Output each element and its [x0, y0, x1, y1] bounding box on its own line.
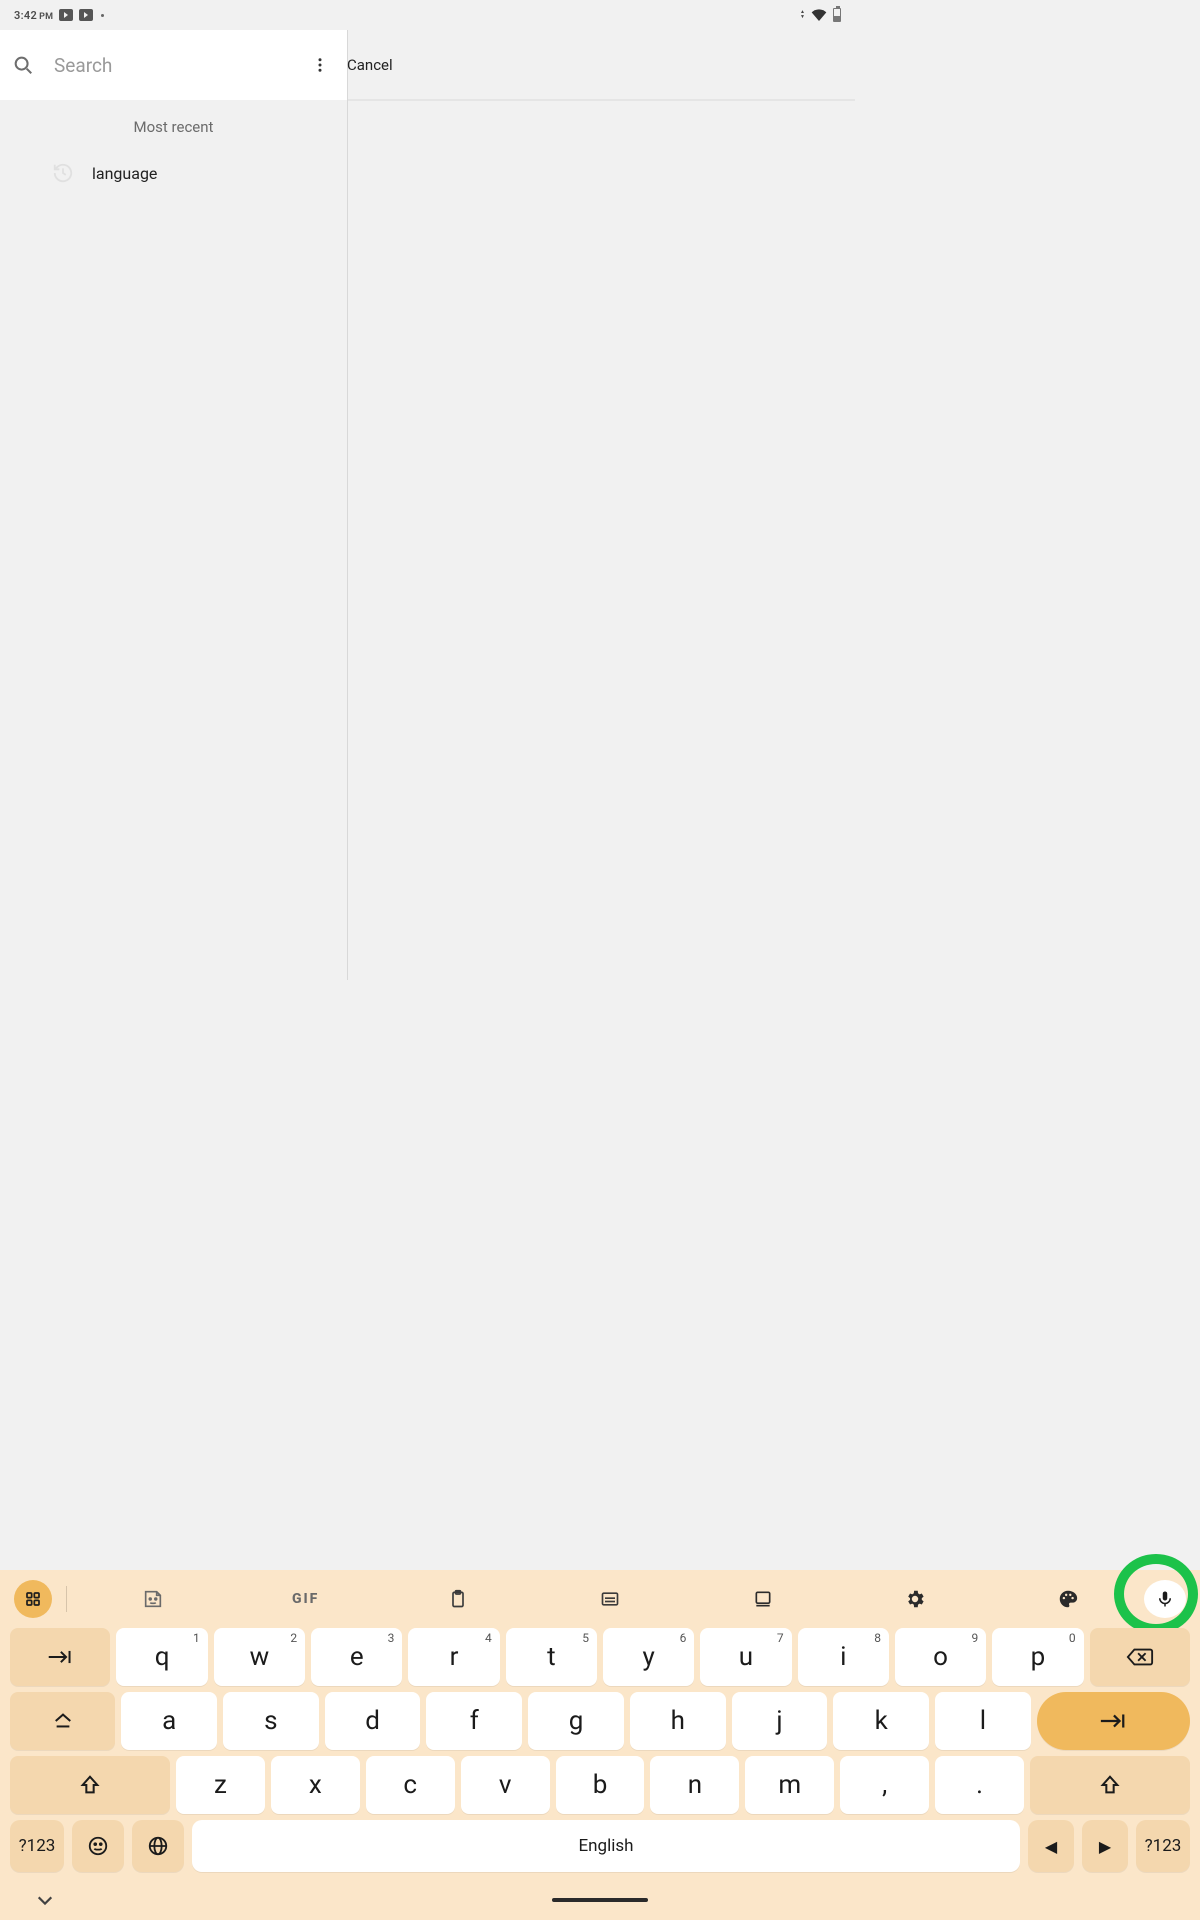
key-p[interactable]: p0: [992, 1628, 1083, 1686]
keyboard-toolbar: GIF: [6, 1576, 1194, 1622]
history-icon: [52, 162, 74, 184]
key-h[interactable]: h: [630, 1692, 726, 1750]
kbd-theme-icon[interactable]: [992, 1588, 1144, 1610]
key-b[interactable]: b: [556, 1756, 645, 1814]
key-.[interactable]: .: [935, 1756, 1024, 1814]
key-,[interactable]: ,: [840, 1756, 929, 1814]
key-x[interactable]: x: [271, 1756, 360, 1814]
nav-bar: [0, 1880, 1200, 1920]
key-enter[interactable]: [1037, 1692, 1190, 1750]
key-e[interactable]: e3: [311, 1628, 402, 1686]
key-c[interactable]: c: [366, 1756, 455, 1814]
recent-item-label: language: [92, 164, 157, 183]
key-arrow-right[interactable]: ▶: [1082, 1820, 1128, 1872]
key-d[interactable]: d: [325, 1692, 421, 1750]
wifi-icon: [811, 9, 827, 21]
search-icon: [12, 54, 34, 76]
key-s[interactable]: s: [223, 1692, 319, 1750]
key-i[interactable]: i8: [798, 1628, 889, 1686]
key-f[interactable]: f: [426, 1692, 522, 1750]
key-q[interactable]: q1: [116, 1628, 207, 1686]
youtube-notif-icon: [79, 9, 93, 21]
key-r[interactable]: r4: [408, 1628, 499, 1686]
key-shift-left[interactable]: [10, 1756, 170, 1814]
kbd-mic-icon[interactable]: [1144, 1580, 1186, 1618]
key-symbols-right[interactable]: ?123: [1136, 1820, 1190, 1872]
key-emoji[interactable]: [72, 1820, 124, 1872]
key-shift-right[interactable]: [1030, 1756, 1190, 1814]
key-m[interactable]: m: [745, 1756, 834, 1814]
kbd-onehand-icon[interactable]: [687, 1589, 839, 1609]
hide-keyboard-icon[interactable]: [36, 1893, 54, 1907]
youtube-notif-icon: [59, 9, 73, 21]
key-z[interactable]: z: [176, 1756, 265, 1814]
recent-item[interactable]: language: [0, 148, 347, 198]
key-o[interactable]: o9: [895, 1628, 986, 1686]
key-w[interactable]: w2: [214, 1628, 305, 1686]
key-symbols-left[interactable]: ?123: [10, 1820, 64, 1872]
kbd-gif-button[interactable]: GIF: [229, 1591, 381, 1607]
key-capslock[interactable]: [10, 1692, 115, 1750]
key-language[interactable]: [132, 1820, 184, 1872]
key-t[interactable]: t5: [506, 1628, 597, 1686]
key-k[interactable]: k: [833, 1692, 929, 1750]
key-a[interactable]: a: [121, 1692, 217, 1750]
search-input[interactable]: [54, 54, 299, 77]
recent-header: Most recent: [0, 118, 347, 136]
data-arrows-icon: ▲▼: [800, 10, 805, 20]
key-y[interactable]: y6: [603, 1628, 694, 1686]
results-pane: Most recent language: [0, 100, 348, 980]
status-clock: 3:42PM: [14, 9, 53, 22]
keyboard: GIF: [0, 1570, 1200, 1880]
key-u[interactable]: u7: [700, 1628, 791, 1686]
kbd-apps-grid-icon[interactable]: [14, 1580, 52, 1618]
gesture-pill[interactable]: [552, 1898, 648, 1902]
status-bar: 3:42PM ▲▼: [0, 0, 855, 30]
kbd-float-icon[interactable]: [534, 1589, 686, 1609]
detail-pane: [348, 100, 855, 980]
key-l[interactable]: l: [935, 1692, 1031, 1750]
key-g[interactable]: g: [528, 1692, 624, 1750]
battery-icon: [833, 8, 841, 22]
more-notif-dot-icon: [101, 14, 104, 17]
kbd-clipboard-icon[interactable]: [382, 1588, 534, 1610]
search-bar: Cancel: [0, 30, 348, 100]
key-space[interactable]: English: [192, 1820, 1020, 1872]
key-arrow-left[interactable]: ◀: [1028, 1820, 1074, 1872]
key-backspace[interactable]: [1090, 1628, 1190, 1686]
kbd-sticker-icon[interactable]: [77, 1588, 229, 1610]
more-options-icon[interactable]: [311, 56, 329, 74]
key-v[interactable]: v: [461, 1756, 550, 1814]
key-n[interactable]: n: [650, 1756, 739, 1814]
key-tab[interactable]: [10, 1628, 110, 1686]
kbd-settings-icon[interactable]: [839, 1588, 991, 1610]
key-j[interactable]: j: [732, 1692, 828, 1750]
